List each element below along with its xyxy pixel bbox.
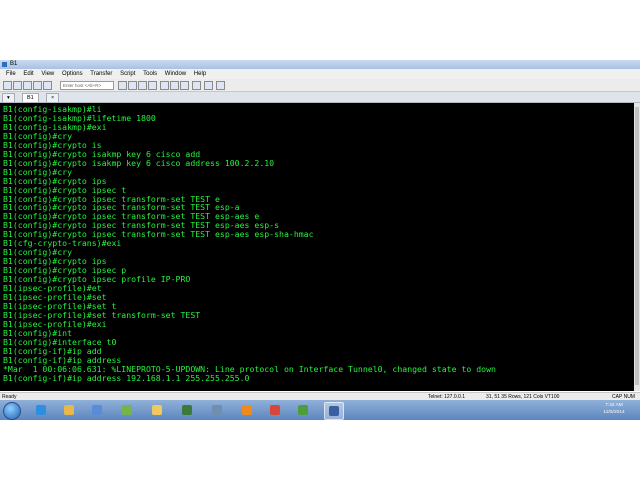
image-viewer-icon [122,405,132,415]
window-title: B1 [10,61,18,67]
connect-icon[interactable] [3,81,12,90]
settings-icon[interactable] [204,81,213,90]
taskbar-button-ie[interactable] [32,402,50,418]
toolbar: Enter host <Alt+R> [0,79,640,92]
menu-bar: File Edit View Options Transfer Script T… [0,69,640,79]
windows-taskbar: 7:42 AM 12/5/2014 [0,400,640,420]
menu-window[interactable]: Window [165,69,186,79]
disconnect-icon[interactable] [43,81,52,90]
menu-file[interactable]: File [6,69,16,79]
system-clock[interactable]: 7:42 AM 12/5/2014 [590,402,638,418]
folder-icon [152,405,162,415]
copy-icon[interactable] [118,81,127,90]
global-options-icon[interactable] [170,81,179,90]
letterbox-bottom [0,420,640,480]
taskbar-button-network[interactable] [88,402,106,418]
terminal-line: B1(ipsec-profile)#exi [3,318,107,329]
terminal-lines: B1(config-isakmp)#li B1(config-isakmp)#li… [3,105,496,383]
taskbar-button-media[interactable] [294,402,312,418]
menu-transfer[interactable]: Transfer [90,69,112,79]
vlc-icon [242,405,252,415]
menu-options[interactable]: Options [62,69,83,79]
menu-edit[interactable]: Edit [23,69,33,79]
keymap-icon[interactable] [192,81,201,90]
new-tab-icon[interactable]: × [46,93,60,102]
ie-icon [36,405,46,415]
vertical-scrollbar[interactable] [634,103,640,391]
taskbar-button-image-viewer[interactable] [118,402,136,418]
help-icon[interactable] [216,81,225,90]
menu-tools[interactable]: Tools [143,69,157,79]
monitor-icon [182,405,192,415]
clock-date: 12/5/2014 [603,410,625,415]
tab-list-button[interactable]: ▾ [2,93,15,102]
title-bar[interactable]: B1 [0,60,640,69]
app-icon [2,62,7,67]
terminal-line: B1(cfg-crypto-trans)#exi [3,238,122,249]
find-icon[interactable] [138,81,147,90]
menu-script[interactable]: Script [120,69,135,79]
terminal-line: B1(config-if)#ip address 192.168.1.1 255… [3,372,250,383]
paint-icon [270,405,280,415]
tab-b1[interactable]: B1 [22,93,39,102]
paste-icon[interactable] [128,81,137,90]
menu-view[interactable]: View [41,69,54,79]
letterbox-top [0,0,640,60]
taskbar-button-terminal-app[interactable] [208,402,226,418]
securecrt-icon [329,406,339,416]
taskbar-button-monitor[interactable] [178,402,196,418]
start-button[interactable] [3,402,21,420]
quick-connect-icon[interactable] [13,81,22,90]
sftp-icon[interactable] [180,81,189,90]
menu-help[interactable]: Help [194,69,206,79]
clock-time: 7:42 AM [605,403,623,408]
session-options-icon[interactable] [160,81,169,90]
scrollbar-thumb[interactable] [635,107,639,385]
connect-tab-icon[interactable] [23,81,32,90]
terminal-application-window: B1 File Edit View Options Transfer Scrip… [0,60,640,420]
terminal-app-icon [212,405,222,415]
reconnect-icon[interactable] [33,81,42,90]
taskbar-button-folder-explorer[interactable] [60,402,78,418]
print-icon[interactable] [148,81,157,90]
terminal-line: B1(config-isakmp)#exi [3,121,107,132]
folder-explorer-icon [64,405,74,415]
session-tab-bar: ▾ B1 × [0,92,640,103]
network-icon [92,405,102,415]
media-icon [298,405,308,415]
terminal-output[interactable]: B1(config-isakmp)#li B1(config-isakmp)#li… [0,103,634,391]
terminal-line: B1(config)#crypto isakmp key 6 cisco add… [3,157,275,168]
taskbar-button-securecrt[interactable] [324,402,344,420]
host-input[interactable]: Enter host <Alt+R> [60,81,114,90]
taskbar-button-vlc[interactable] [238,402,256,418]
taskbar-button-folder[interactable] [148,402,166,418]
taskbar-button-paint[interactable] [266,402,284,418]
